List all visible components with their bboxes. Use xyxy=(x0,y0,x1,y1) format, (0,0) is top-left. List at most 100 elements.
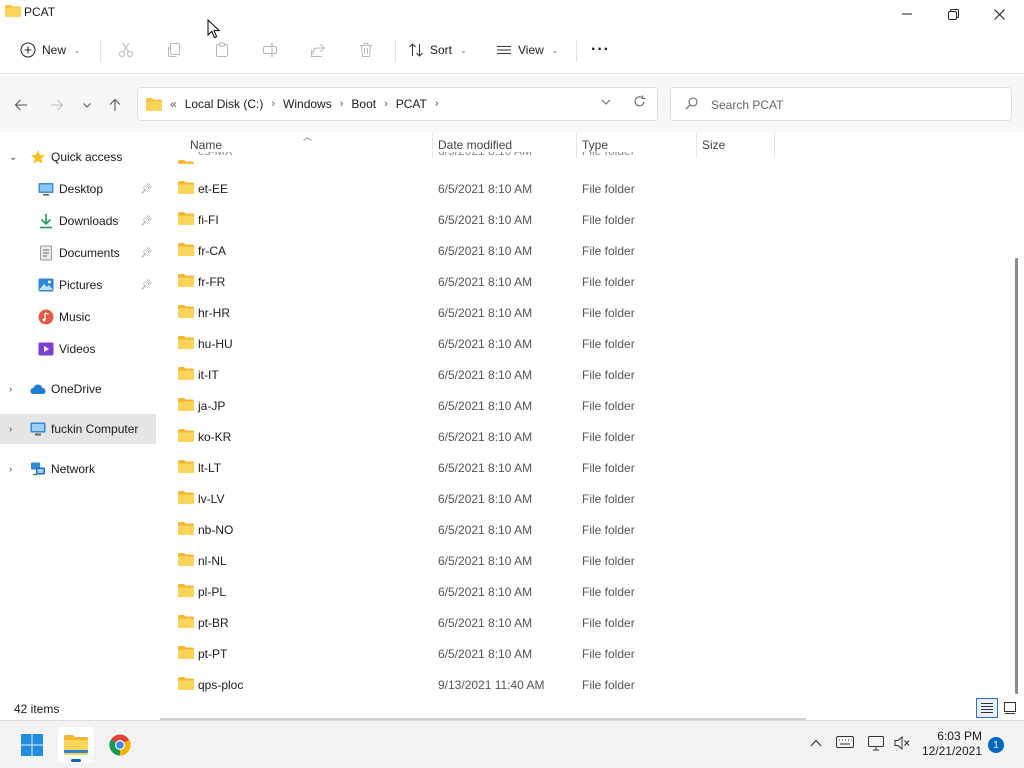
file-row[interactable]: nl-NL 6/5/2021 8:10 AM File folder xyxy=(160,545,1000,576)
notification-badge[interactable]: 1 xyxy=(988,737,1004,753)
chevron-down-icon[interactable]: ⌄ xyxy=(9,152,17,163)
paste-button[interactable] xyxy=(214,36,230,64)
volume-button[interactable] xyxy=(894,735,910,753)
delete-button[interactable] xyxy=(358,36,374,64)
sidebar-item-desktop[interactable]: Desktop 📌︎ xyxy=(0,174,156,204)
file-type: File folder xyxy=(582,461,635,475)
breadcrumb-overflow[interactable]: « xyxy=(170,97,177,111)
sidebar-item-computer[interactable]: › fuckin Computer xyxy=(0,414,156,444)
file-date-modified: 6/5/2021 8:10 AM xyxy=(438,306,533,320)
file-type: File folder xyxy=(582,678,635,692)
file-row[interactable]: ja-JP 6/5/2021 8:10 AM File folder xyxy=(160,390,1000,421)
keyboard-button[interactable] xyxy=(836,736,854,751)
sidebar-item-pictures[interactable]: Pictures 📌︎ xyxy=(0,270,156,300)
clock[interactable]: 6:03 PM 12/21/2021 xyxy=(918,729,982,759)
sidebar-item-quick-access[interactable]: ⌄ Quick access xyxy=(0,142,156,172)
address-history-button[interactable] xyxy=(601,97,611,110)
breadcrumb-local-disk[interactable]: Local Disk (C:) xyxy=(185,97,264,111)
start-button[interactable] xyxy=(14,727,50,763)
file-row[interactable]: et-EE 6/5/2021 8:10 AM File folder xyxy=(160,173,1000,204)
file-row[interactable]: hr-HR 6/5/2021 8:10 AM File folder xyxy=(160,297,1000,328)
recent-locations-button[interactable] xyxy=(76,96,98,114)
network-status-button[interactable] xyxy=(868,736,886,755)
back-button[interactable] xyxy=(10,96,32,114)
copy-button[interactable] xyxy=(166,36,182,64)
rename-button[interactable] xyxy=(262,36,278,64)
file-row[interactable]: lv-LV 6/5/2021 8:10 AM File folder xyxy=(160,483,1000,514)
sort-button[interactable]: Sort ⌄ xyxy=(408,36,467,64)
folder-icon xyxy=(5,5,21,17)
file-row[interactable]: fi-FI 6/5/2021 8:10 AM File folder xyxy=(160,204,1000,235)
sort-ascending-icon: ︿ xyxy=(303,132,313,142)
address-bar[interactable]: « Local Disk (C:) › Windows › Boot › PCA… xyxy=(137,87,658,121)
minimize-icon xyxy=(902,13,912,15)
navigation-pane: ⌄ Quick access Desktop 📌︎ Downloads 📌︎ D… xyxy=(0,132,160,694)
file-row[interactable]: lt-LT 6/5/2021 8:10 AM File folder xyxy=(160,452,1000,483)
sidebar-item-downloads[interactable]: Downloads 📌︎ xyxy=(0,206,156,236)
chevron-right-icon[interactable]: › xyxy=(9,424,12,435)
share-button[interactable] xyxy=(310,36,326,64)
monitor-network-icon xyxy=(868,736,884,751)
folder-icon xyxy=(178,243,194,256)
sidebar-item-network[interactable]: › Network xyxy=(0,454,156,484)
file-row[interactable]: pt-BR 6/5/2021 8:10 AM File folder xyxy=(160,607,1000,638)
chrome-taskbar-button[interactable] xyxy=(102,727,138,763)
chevron-right-icon[interactable]: › xyxy=(9,384,12,395)
new-button[interactable]: New ⌄ xyxy=(20,36,81,64)
sidebar-item-music[interactable]: Music xyxy=(0,302,156,332)
file-row[interactable]: ko-KR 6/5/2021 8:10 AM File folder xyxy=(160,421,1000,452)
file-row[interactable]: qps-ploc 9/13/2021 11:40 AM File folder xyxy=(160,669,1000,694)
sidebar-item-documents[interactable]: Documents 📌︎ xyxy=(0,238,156,268)
folder-icon xyxy=(178,160,194,164)
close-button[interactable] xyxy=(976,0,1022,28)
file-row[interactable]: fr-CA 6/5/2021 8:10 AM File folder xyxy=(160,235,1000,266)
refresh-button[interactable] xyxy=(633,95,646,111)
view-icon xyxy=(497,46,511,54)
file-row[interactable]: it-IT 6/5/2021 8:10 AM File folder xyxy=(160,359,1000,390)
restore-icon xyxy=(947,8,959,20)
breadcrumb-windows[interactable]: Windows xyxy=(283,97,332,111)
file-row[interactable]: nb-NO 6/5/2021 8:10 AM File folder xyxy=(160,514,1000,545)
folder-icon xyxy=(146,97,162,111)
folder-icon xyxy=(178,553,194,566)
more-options-button[interactable]: ··· xyxy=(591,36,610,64)
details-view-button[interactable] xyxy=(976,698,998,718)
sidebar-item-videos[interactable]: Videos xyxy=(0,334,156,364)
file-row[interactable]: fr-FR 6/5/2021 8:10 AM File folder xyxy=(160,266,1000,297)
file-row[interactable]: pt-PT 6/5/2021 8:10 AM File folder xyxy=(160,638,1000,669)
large-icons-view-button[interactable] xyxy=(999,698,1021,718)
sidebar-item-label: Network xyxy=(51,462,96,476)
sidebar-item-label: Desktop xyxy=(59,182,104,196)
breadcrumb-pcat[interactable]: PCAT xyxy=(396,97,427,111)
file-date-modified: 6/5/2021 8:10 AM xyxy=(438,337,533,351)
file-row[interactable]: pl-PL 6/5/2021 8:10 AM File folder xyxy=(160,576,1000,607)
folder-icon xyxy=(178,491,194,504)
chevron-right-icon[interactable]: › xyxy=(9,464,12,475)
restore-button[interactable] xyxy=(930,0,976,28)
sidebar-item-label: OneDrive xyxy=(51,382,102,396)
cut-button[interactable] xyxy=(118,36,134,64)
file-explorer-taskbar-button[interactable] xyxy=(58,727,94,763)
up-button[interactable] xyxy=(104,96,126,114)
more-icon: ··· xyxy=(591,41,610,58)
scrollbar-thumb[interactable] xyxy=(1015,258,1018,694)
computer-icon xyxy=(30,422,46,436)
documents-icon xyxy=(40,245,52,261)
file-row[interactable]: es-MX 6/5/2021 8:10 AM File folder xyxy=(160,152,1000,164)
file-type: File folder xyxy=(582,182,635,196)
folder-icon xyxy=(178,181,194,194)
minimize-button[interactable] xyxy=(884,0,930,28)
breadcrumb-boot[interactable]: Boot xyxy=(351,97,376,111)
show-hidden-icons-button[interactable] xyxy=(810,736,822,751)
close-icon xyxy=(993,8,1005,20)
chevron-down-icon: ⌄ xyxy=(460,45,467,55)
view-button[interactable]: View ⌄ xyxy=(496,36,559,64)
file-row[interactable]: hu-HU 6/5/2021 8:10 AM File folder xyxy=(160,328,1000,359)
chevron-down-icon: ⌄ xyxy=(551,45,559,55)
sidebar-item-onedrive[interactable]: › OneDrive xyxy=(0,374,156,404)
details-view-icon xyxy=(981,703,993,713)
file-name: es-MX xyxy=(198,152,233,158)
search-box[interactable]: Search PCAT xyxy=(670,87,1012,121)
forward-button[interactable] xyxy=(46,96,68,114)
search-input[interactable]: Search PCAT xyxy=(711,98,783,112)
